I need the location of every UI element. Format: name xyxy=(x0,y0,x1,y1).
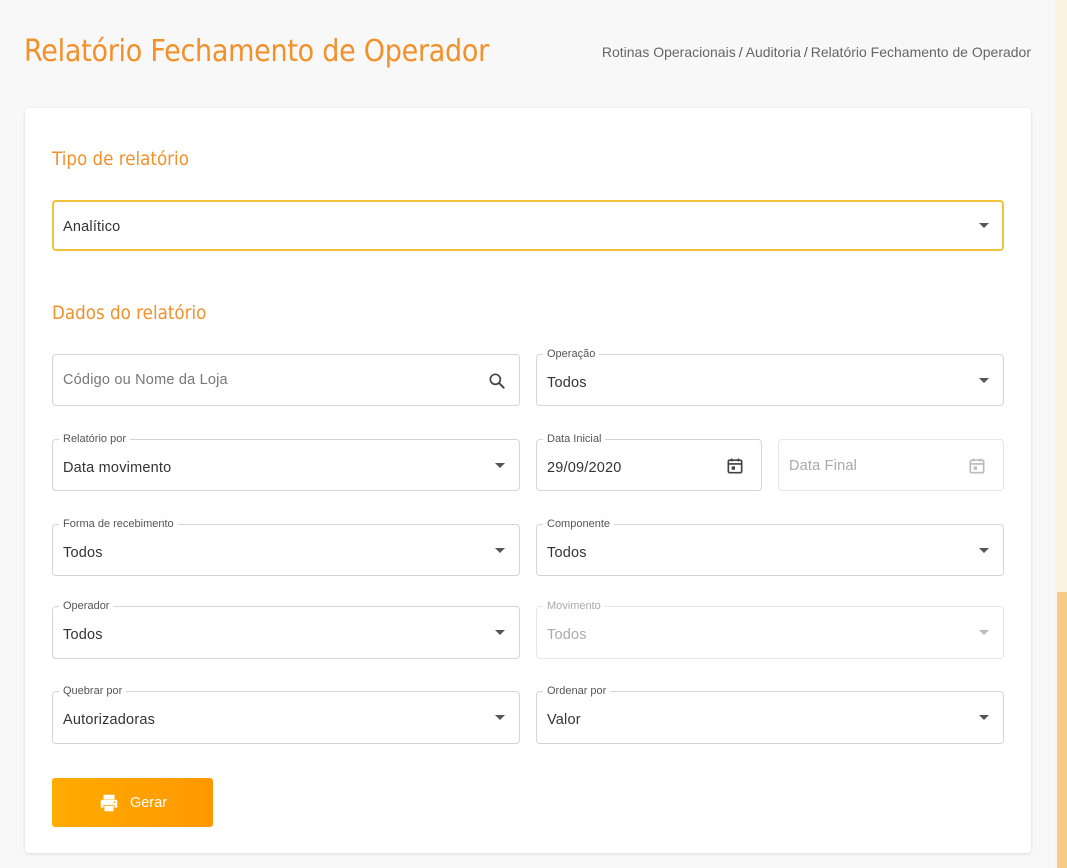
relatorio-por-label: Relatório por xyxy=(59,432,130,446)
operador-value: Todos xyxy=(63,627,103,643)
relatorio-por-value: Data movimento xyxy=(63,460,172,476)
movimento-value: Todos xyxy=(547,627,587,643)
breadcrumb: Rotinas Operacionais / Auditoria / Relatório… xyxy=(602,44,1031,60)
componente-value: Todos xyxy=(547,545,587,561)
gerar-button[interactable]: Gerar xyxy=(52,778,213,827)
chevron-down-icon xyxy=(979,715,989,720)
chevron-down-icon xyxy=(979,630,989,635)
search-icon[interactable] xyxy=(487,371,507,391)
data-inicial-input[interactable]: Data Inicial 29/09/2020 xyxy=(536,432,762,491)
forma-recebimento-label: Forma de recebimento xyxy=(59,517,178,531)
chevron-down-icon xyxy=(495,548,505,553)
data-inicial-value: 29/09/2020 xyxy=(547,460,622,476)
forma-recebimento-select[interactable]: Forma de recebimento Todos xyxy=(52,517,520,576)
gerar-button-label: Gerar xyxy=(129,794,168,811)
quebrar-por-select[interactable]: Quebrar por Autorizadoras xyxy=(52,684,520,744)
chevron-down-icon xyxy=(495,715,505,720)
operador-label: Operador xyxy=(59,599,114,613)
chevron-down-icon xyxy=(495,630,505,635)
movimento-label: Movimento xyxy=(543,599,605,613)
data-final-input: Data Final xyxy=(778,439,1004,491)
operacao-label: Operação xyxy=(543,347,600,361)
forma-recebimento-value: Todos xyxy=(63,545,103,561)
printer-icon xyxy=(100,794,118,811)
componente-label: Componente xyxy=(543,517,614,531)
operador-select[interactable]: Operador Todos xyxy=(52,599,520,659)
breadcrumb-separator: / xyxy=(738,44,743,60)
page-title: Relatório Fechamento de Operador xyxy=(24,34,490,69)
breadcrumb-item-current: Relatório Fechamento de Operador xyxy=(810,44,1031,60)
tipo-relatorio-select[interactable]: Analítico xyxy=(52,200,1004,251)
operacao-select[interactable]: Operação Todos xyxy=(536,347,1004,406)
ordenar-por-select[interactable]: Ordenar por Valor xyxy=(536,684,1004,744)
calendar-icon[interactable] xyxy=(725,456,745,476)
breadcrumb-item-auditoria[interactable]: Auditoria xyxy=(746,44,801,60)
ordenar-por-label: Ordenar por xyxy=(543,684,611,698)
chevron-down-icon xyxy=(979,378,989,383)
chevron-down-icon xyxy=(979,223,989,228)
loja-placeholder: Código ou Nome da Loja xyxy=(63,372,228,388)
chevron-down-icon xyxy=(979,548,989,553)
breadcrumb-item-rotinas[interactable]: Rotinas Operacionais xyxy=(602,44,736,60)
calendar-icon xyxy=(969,458,985,474)
data-inicial-label: Data Inicial xyxy=(543,432,606,446)
chevron-down-icon xyxy=(495,463,505,468)
loja-search-input[interactable]: Código ou Nome da Loja xyxy=(52,354,520,406)
relatorio-por-select[interactable]: Relatório por Data movimento xyxy=(52,432,520,491)
section-title-dados: Dados do relatório xyxy=(52,302,207,324)
scrollbar-thumb[interactable] xyxy=(1057,592,1067,868)
ordenar-por-value: Valor xyxy=(547,712,581,728)
movimento-select: Movimento Todos xyxy=(536,599,1004,659)
operacao-value: Todos xyxy=(547,375,587,391)
data-final-placeholder: Data Final xyxy=(789,458,858,474)
componente-select[interactable]: Componente Todos xyxy=(536,517,1004,576)
section-title-tipo: Tipo de relatório xyxy=(52,148,189,170)
quebrar-por-label: Quebrar por xyxy=(59,684,127,698)
breadcrumb-separator: / xyxy=(803,44,808,60)
quebrar-por-value: Autorizadoras xyxy=(63,712,156,728)
report-card: Tipo de relatório Analítico Dados do rel… xyxy=(25,108,1031,853)
tipo-relatorio-value: Analítico xyxy=(63,219,121,235)
